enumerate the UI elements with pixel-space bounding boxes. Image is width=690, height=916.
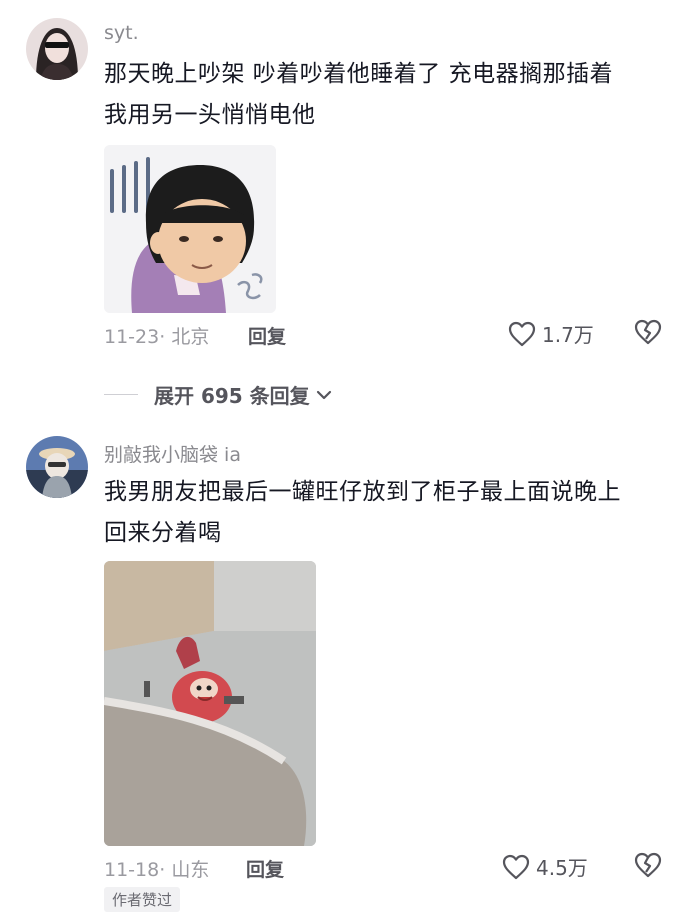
like-button[interactable]: 1.7万 [508, 319, 594, 348]
comment-text: 那天晚上吵架 吵着吵着他睡着了 充电器搁那插着 我用另一头悄悄电他 [104, 54, 674, 136]
broken-heart-icon [634, 319, 662, 345]
meta-separator: · [159, 859, 172, 881]
comment-location: 山东 [171, 859, 210, 881]
comment-location: 北京 [171, 326, 210, 348]
like-count: 1.7万 [542, 323, 594, 347]
expand-replies-button[interactable]: 展开 695 条回复 [104, 380, 332, 409]
author-liked-badge: 作者赞过 [104, 887, 181, 912]
avatar[interactable] [26, 436, 88, 498]
comment-text-line: 我男朋友把最后一罐旺仔放到了柜子最上面说晚上 [104, 479, 621, 505]
reply-button[interactable]: 回复 [248, 322, 286, 349]
heart-icon [508, 321, 536, 346]
comment-date: 11-18 [104, 859, 160, 881]
username[interactable]: 别敲我小脑袋 ia [104, 440, 241, 467]
expand-replies-label: 展开 695 条回复 [154, 384, 310, 408]
reply-button[interactable]: 回复 [246, 855, 284, 882]
comment-image-sticker[interactable] [104, 145, 276, 313]
meta-separator: · [159, 326, 172, 348]
avatar[interactable] [26, 18, 88, 80]
comment-image-photo[interactable] [104, 561, 316, 846]
username[interactable]: syt. [104, 22, 139, 44]
dislike-button[interactable] [634, 852, 662, 882]
dislike-button[interactable] [634, 319, 662, 349]
comment-text-line: 我用另一头悄悄电他 [104, 102, 316, 128]
divider [104, 394, 138, 395]
broken-heart-icon [634, 852, 662, 878]
comment-text-line: 那天晚上吵架 吵着吵着他睡着了 充电器搁那插着 [104, 61, 614, 87]
chevron-down-icon [316, 390, 331, 399]
comment-meta: 11-23· 北京 [104, 322, 209, 349]
comment-text: 我男朋友把最后一罐旺仔放到了柜子最上面说晚上 回来分着喝 [104, 472, 674, 554]
heart-icon [502, 854, 530, 879]
comment-meta: 11-18· 山东 [104, 855, 209, 882]
like-button[interactable]: 4.5万 [502, 852, 588, 881]
comment-date: 11-23 [104, 326, 160, 348]
like-count: 4.5万 [536, 856, 588, 880]
comment-text-line: 回来分着喝 [104, 520, 222, 546]
